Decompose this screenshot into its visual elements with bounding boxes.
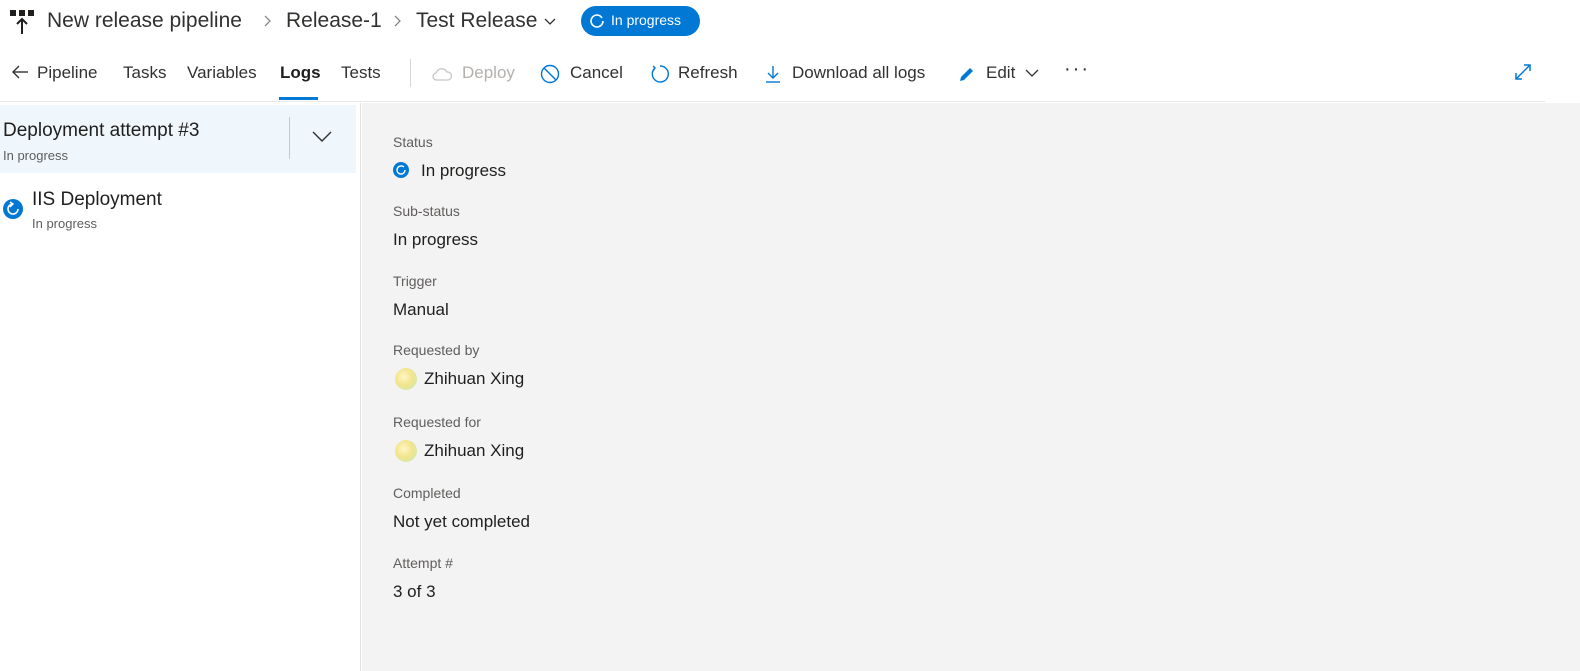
chevron-down-icon[interactable] [1024,66,1040,80]
active-tab-indicator [279,97,318,100]
release-pipeline-icon [10,10,34,34]
expand-icon[interactable] [1513,62,1533,82]
tab-tasks[interactable]: Tasks [123,63,166,83]
avatar [395,440,417,462]
trigger-label: Trigger [393,273,437,289]
edit-pencil-icon [960,68,973,81]
release-details-panel: Status In progress Sub-status In progres… [362,103,1580,671]
tab-logs[interactable]: Logs [280,63,321,83]
attempt-title: Deployment attempt #3 [3,120,200,141]
attempts-panel: Deployment attempt #3 In progress IIS De… [0,103,361,671]
more-actions-button[interactable]: ··· [1064,58,1090,81]
refresh-button[interactable]: Refresh [678,63,738,83]
chevron-down-icon[interactable] [311,129,333,143]
tab-variables[interactable]: Variables [187,63,257,83]
stage-list-item[interactable]: IIS Deployment In progress [0,185,356,237]
attempt-number-label: Attempt # [393,555,453,571]
breadcrumb-release[interactable]: Release-1 [286,9,382,33]
sub-status-value: In progress [393,230,479,249]
deployment-attempt-selector[interactable]: Deployment attempt #3 In progress [0,105,356,173]
status-badge-label: In progress [611,12,682,28]
avatar [395,368,417,390]
stage-name: IIS Deployment [32,189,162,210]
in-progress-icon [3,199,23,219]
attempt-status: In progress [3,148,69,163]
status-label: Status [393,134,433,150]
completed-label: Completed [393,485,461,501]
trigger-value: Manual [393,300,449,319]
requested-for-label: Requested for [393,414,481,430]
chevron-right-icon [394,15,401,27]
back-to-pipeline-link[interactable]: Pipeline [37,63,98,83]
tab-tests[interactable]: Tests [341,63,381,83]
stage-status: In progress [32,216,98,231]
edit-button[interactable]: Edit [986,63,1015,83]
breadcrumb-pipeline[interactable]: New release pipeline [47,9,242,33]
cancel-icon [540,64,560,84]
requested-by-value: Zhihuan Xing [424,369,525,388]
sub-status-label: Sub-status [393,203,460,219]
download-icon [766,66,780,83]
breadcrumb-header: New release pipeline Release-1 Test Rele… [0,0,1580,44]
completed-value: Not yet completed [393,512,531,531]
attempt-number-value: 3 of 3 [393,582,436,601]
cloud-deploy-icon [432,68,453,81]
requested-for-value: Zhihuan Xing [424,441,525,460]
status-value: In progress [421,161,507,180]
deploy-button[interactable]: Deploy [462,63,515,83]
chevron-down-icon[interactable] [543,15,557,29]
status-badge: In progress [581,6,700,36]
requested-by-label: Requested by [393,342,480,358]
breadcrumb-stage[interactable]: Test Release [416,9,537,33]
download-all-logs-button[interactable]: Download all logs [792,63,925,83]
divider [289,117,290,159]
toolbar-divider [410,59,411,87]
chevron-right-icon [264,15,271,27]
in-progress-icon [393,162,409,178]
back-arrow-icon[interactable] [10,62,30,82]
refresh-icon [651,65,669,83]
toolbar: Pipeline Tasks Variables Logs Tests Depl… [0,52,1545,102]
in-progress-icon [590,14,604,28]
cancel-button[interactable]: Cancel [570,63,623,83]
